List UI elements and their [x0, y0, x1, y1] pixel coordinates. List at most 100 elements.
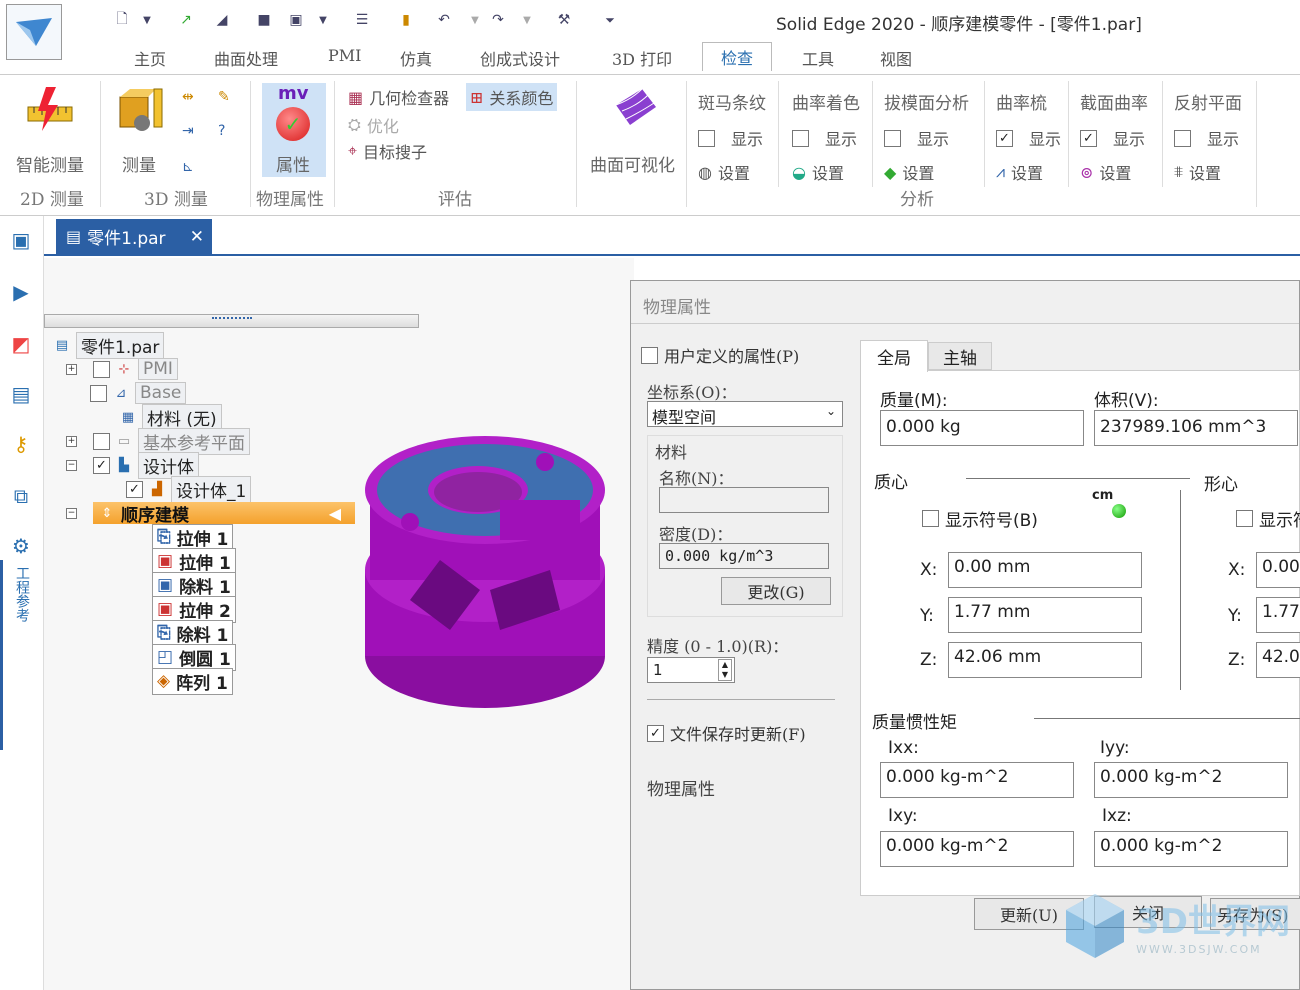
splitter-grip[interactable] [211, 317, 252, 319]
save-all-icon[interactable]: ▣ [286, 10, 306, 30]
update-on-save-toggle[interactable]: ✓ 文件保存时更新(F) [647, 721, 806, 745]
tree-item-design-body-1[interactable]: ✓ ▟ 设计体_1 [126, 475, 252, 503]
normal-icon[interactable]: ? [218, 123, 225, 139]
pathfinder-icon[interactable]: ▣ [6, 226, 36, 254]
surface-visualization-icon[interactable] [612, 85, 658, 131]
relation-color[interactable]: ⊞ 关系颜色 [466, 83, 558, 111]
pin-icon[interactable]: ◢ [212, 10, 232, 30]
undo-icon[interactable]: ↶ [434, 10, 454, 30]
spinner-icon[interactable]: ▲ ▼ [717, 659, 732, 681]
smart-measure-icon[interactable] [24, 85, 76, 137]
chevron-down-icon[interactable]: ▼ [520, 10, 534, 30]
show-symbol-checkbox-2[interactable] [1236, 510, 1253, 527]
target-search[interactable]: ⌖ 目标搜子 [348, 139, 427, 163]
section-curvature-show-checkbox[interactable]: ✓ [1080, 129, 1097, 147]
tree-feature-cut-1[interactable]: ▣ 除料 1 [152, 571, 236, 599]
tab-pmi[interactable]: PMI [328, 46, 361, 65]
curvature-shading-show-checkbox[interactable] [792, 129, 809, 147]
com-y-field[interactable]: 1.77 mm [948, 597, 1142, 633]
change-button[interactable]: 更改(G) [721, 577, 831, 605]
close-tab-icon[interactable]: ✕ [190, 227, 204, 247]
distance-icon[interactable]: ⇹ [182, 89, 194, 105]
curvature-shading-settings[interactable]: ◒ 设置 [792, 160, 860, 184]
tab-surfacing[interactable]: 曲面处理 [214, 46, 278, 70]
tab-principal[interactable]: 主轴 [928, 342, 992, 370]
coord-icon[interactable]: ⊾ [182, 159, 194, 175]
tree-feature-extrude-1[interactable]: ⎘ 拉伸 1 [152, 523, 234, 551]
customize-icon[interactable]: ⏷ [600, 10, 620, 30]
tree-item-material[interactable]: ▦ 材料 (无) [118, 403, 222, 431]
draft-settings[interactable]: ◆ 设置 [884, 160, 969, 184]
min-distance-icon[interactable]: ⇥ [182, 123, 194, 139]
section-curvature-settings[interactable]: ⊚ 设置 [1080, 160, 1148, 184]
angle-icon[interactable]: ✎ [218, 89, 230, 105]
tree-item-design-body[interactable]: − ✓ ▙ 设计体 [66, 451, 199, 479]
curvature-comb-show-checkbox[interactable]: ✓ [996, 129, 1013, 147]
pathfinder-splitter[interactable] [44, 314, 419, 328]
ixx-field[interactable]: 0.000 kg-m^2 [880, 762, 1074, 798]
layers-icon[interactable]: ▤ [6, 380, 36, 408]
note-icon[interactable]: ▮ [396, 10, 416, 30]
centroid-x-field[interactable]: 0.00 [1256, 552, 1300, 588]
tree-item-base[interactable]: ⊿ Base [90, 382, 187, 404]
library-icon[interactable]: ▶ [6, 278, 36, 306]
tree-feature-cut-1b[interactable]: ⎘ 除料 1 [152, 619, 234, 647]
assembly-icon[interactable]: ⧉ [6, 482, 36, 510]
user-defined-checkbox[interactable] [641, 346, 658, 364]
tree-feature-round-1[interactable]: ◰ 倒圆 1 [152, 643, 236, 671]
tree-item-ordered[interactable]: − ⇕ 顺序建模 ◀ [66, 502, 366, 526]
ordered-rollback-bar[interactable]: ⇕ 顺序建模 ◀ [93, 502, 355, 526]
tab-tools[interactable]: 工具 [802, 46, 834, 70]
tree-feature-extrude-2[interactable]: ▣ 拉伸 2 [152, 595, 236, 623]
open-file-icon[interactable]: ↗ [176, 10, 196, 30]
precision-field[interactable]: 1 ▲ ▼ [647, 657, 735, 683]
density-field[interactable]: 0.000 kg/m^3 [659, 543, 829, 569]
draft-show-checkbox[interactable] [884, 129, 901, 147]
update-on-save-checkbox[interactable]: ✓ [647, 724, 664, 742]
com-x-field[interactable]: 0.00 mm [948, 552, 1142, 588]
com-z-field[interactable]: 42.06 mm [948, 642, 1142, 678]
tree-item-pmi[interactable]: + ⊹ PMI [66, 358, 178, 380]
curvature-comb-settings[interactable]: ⩘ 设置 [996, 160, 1061, 184]
tab-3dprint[interactable]: 3D 打印 [612, 46, 672, 70]
design-body-1-checkbox[interactable]: ✓ [126, 480, 143, 498]
document-tab[interactable]: ▤ 零件1.par ✕ [56, 219, 212, 254]
tree-feature-extrude-1b[interactable]: ▣ 拉伸 1 [152, 547, 236, 575]
user-defined-toggle[interactable]: 用户定义的属性(P) [641, 343, 799, 367]
engineering-reference-label[interactable]: 工程参考 [10, 566, 30, 622]
key-icon[interactable]: ⚷ [6, 430, 36, 458]
properties-label[interactable]: 属性 [276, 151, 310, 176]
new-file-icon[interactable]: 🗋 [112, 10, 132, 30]
pmi-checkbox[interactable] [93, 360, 110, 378]
ref-planes-checkbox[interactable] [93, 432, 110, 450]
redo-icon[interactable]: ↷ [488, 10, 508, 30]
app-logo[interactable] [6, 4, 62, 60]
tab-simulation[interactable]: 仿真 [400, 46, 432, 70]
base-checkbox[interactable] [90, 384, 107, 402]
save-icon[interactable]: ■ [254, 10, 274, 30]
zebra-settings[interactable]: ◍ 设置 [698, 160, 766, 184]
tab-generative[interactable]: 创成式设计 [480, 46, 560, 70]
show-symbol-toggle-2[interactable]: 显示符 [1236, 506, 1300, 531]
tab-view[interactable]: 视图 [880, 46, 912, 70]
tool-icon[interactable]: ⚒ [554, 10, 574, 30]
rollback-arrow-icon[interactable]: ◀ [329, 504, 341, 523]
reflect-plane-settings[interactable]: ⩨ 设置 [1174, 160, 1242, 184]
tree-feature-pattern-1[interactable]: ◈ 阵列 1 [152, 667, 233, 695]
zebra-show-checkbox[interactable] [698, 129, 715, 147]
centroid-z-field[interactable]: 42.0 [1256, 642, 1300, 678]
collapse-icon[interactable]: − [66, 459, 77, 471]
list-icon[interactable]: ☰ [352, 10, 372, 30]
collapse-icon[interactable]: − [66, 507, 77, 519]
mass-field[interactable]: 0.000 kg [880, 410, 1084, 446]
measure-icon[interactable] [116, 83, 166, 137]
geometry-checker[interactable]: ▦ 几何检查器 [348, 85, 449, 109]
ixy-field[interactable]: 0.000 kg-m^2 [880, 831, 1074, 867]
expand-icon[interactable]: + [66, 435, 77, 447]
color-icon[interactable]: ◩ [6, 330, 36, 358]
tab-home[interactable]: 主页 [134, 46, 166, 70]
measure-label[interactable]: 测量 [122, 151, 156, 176]
chevron-down-icon[interactable]: ▼ [140, 10, 154, 30]
show-symbol-toggle[interactable]: 显示符号(B) [922, 506, 1038, 531]
surface-visualization-label[interactable]: 曲面可视化 [590, 151, 675, 176]
